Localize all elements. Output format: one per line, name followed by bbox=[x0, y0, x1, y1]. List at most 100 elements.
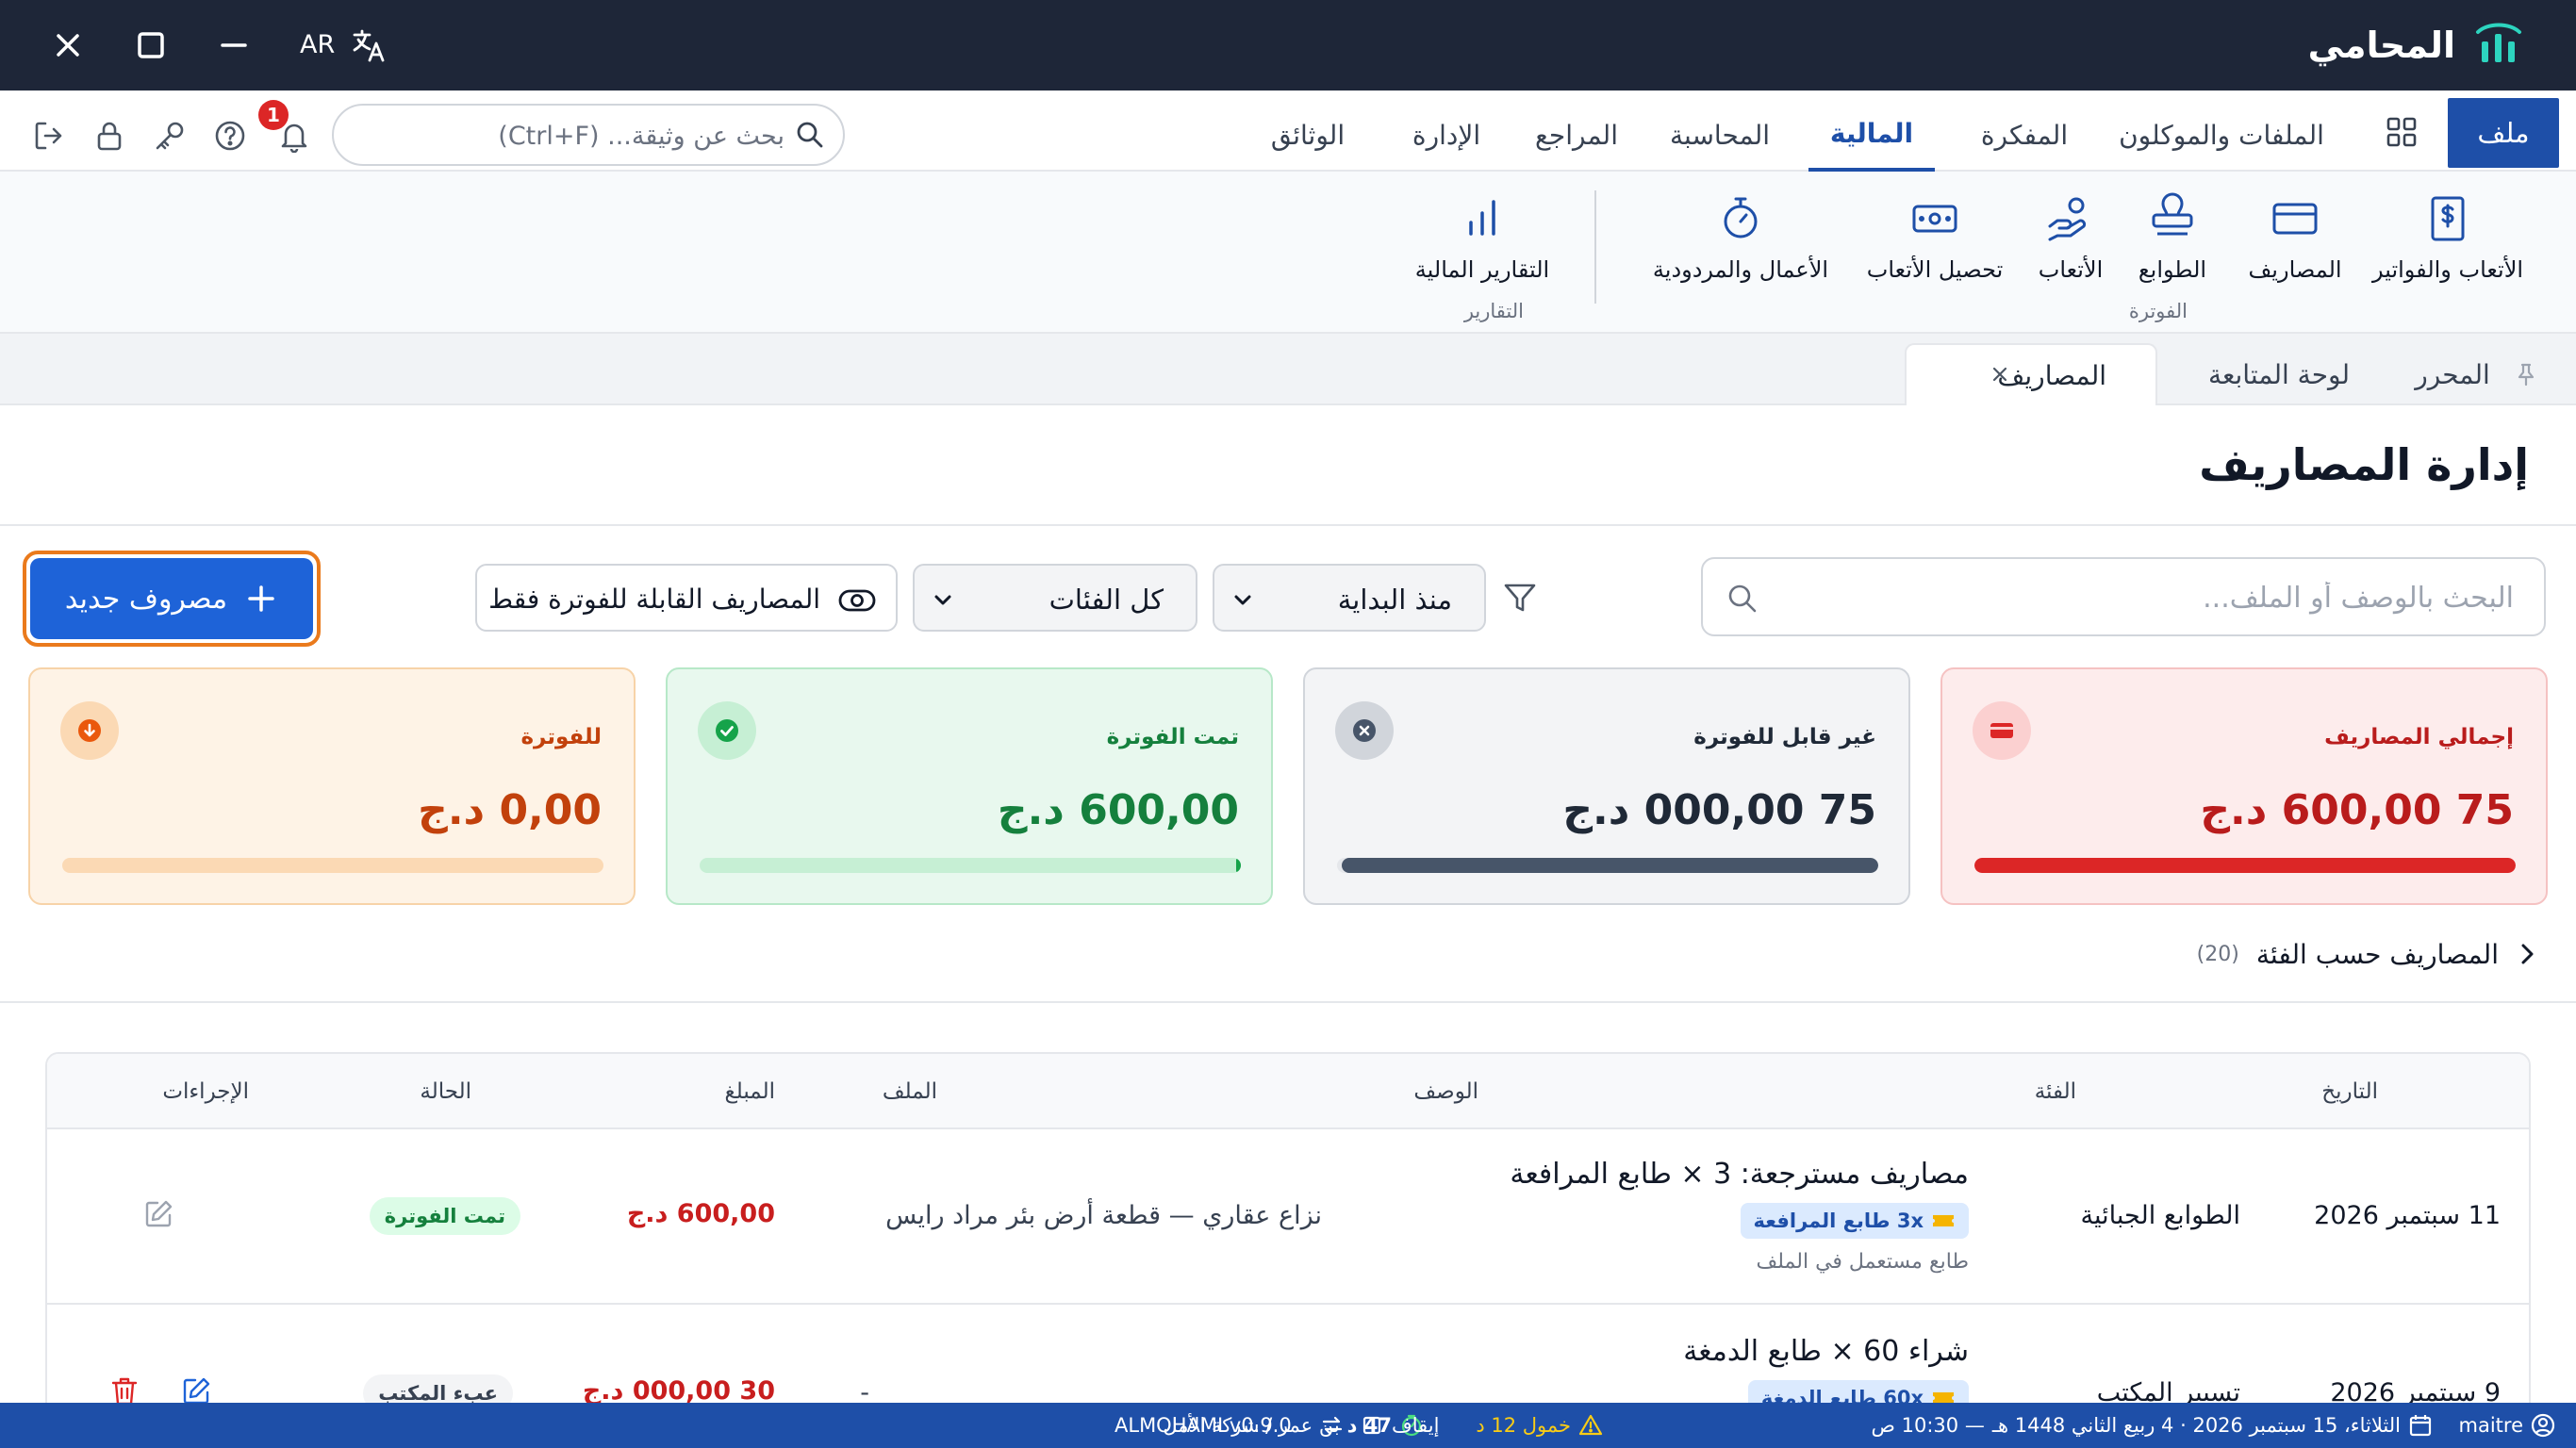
row-date: 11 سبتمبر 2026 bbox=[2314, 1201, 2501, 1230]
x-circle-icon bbox=[1335, 701, 1394, 760]
credit-card-icon bbox=[2269, 192, 2321, 245]
expense-search-field[interactable] bbox=[1701, 557, 2546, 636]
arrow-down-circle-icon bbox=[60, 701, 119, 760]
card-to-bill: للفوترة 0,00 د.ج bbox=[28, 667, 636, 905]
ribbon-label: الأعمال والمردودية bbox=[1652, 256, 1829, 283]
language-label[interactable]: AR bbox=[300, 26, 335, 64]
menu-tab-accounting[interactable]: المحاسبة bbox=[1654, 98, 1786, 172]
expense-search-input[interactable] bbox=[1797, 578, 2514, 617]
pin-icon[interactable] bbox=[2514, 362, 2538, 387]
column-actions: الإجراءات bbox=[162, 1079, 249, 1104]
tab-expenses[interactable]: المصاريف bbox=[1905, 343, 2157, 405]
ribbon-label: تحصيل الأتعاب bbox=[1866, 256, 2004, 283]
credit-card-icon bbox=[1973, 701, 2031, 760]
billable-only-label: المصاريف القابلة للفوترة فقط bbox=[488, 584, 820, 615]
chevron-right-icon bbox=[2512, 939, 2542, 969]
menu-tab-agenda[interactable]: المفكرة bbox=[1963, 98, 2086, 172]
key-icon[interactable] bbox=[153, 119, 187, 153]
category-summary-toggle[interactable]: المصاريف حسب الفئة (20) bbox=[2197, 933, 2542, 975]
tab-editor[interactable]: المحرر bbox=[2401, 343, 2504, 405]
card-title: للفوترة bbox=[520, 725, 602, 749]
user-icon bbox=[2531, 1413, 2555, 1438]
calendar-icon bbox=[2408, 1413, 2433, 1438]
check-circle-icon bbox=[698, 701, 756, 760]
apps-grid-icon[interactable] bbox=[2385, 115, 2419, 149]
billable-only-toggle[interactable]: المصاريف القابلة للفوترة فقط bbox=[475, 564, 898, 632]
finance-ribbon: الأتعاب والفواتير المصاريف الطوابع الأتع… bbox=[0, 172, 2576, 334]
card-billed: تمت الفوترة 600,00 د.ج bbox=[666, 667, 1273, 905]
menu-tab-administration[interactable]: الإدارة bbox=[1392, 98, 1501, 172]
status-pause-button[interactable]: إيقاف bbox=[1360, 1403, 1439, 1448]
category-summary-label: المصاريف حسب الفئة bbox=[2255, 938, 2499, 970]
menu-tab-documents[interactable]: الوثائق bbox=[1247, 98, 1369, 172]
filter-icon[interactable] bbox=[1501, 579, 1539, 617]
chevron-down-icon bbox=[930, 586, 956, 613]
column-category[interactable]: الفئة bbox=[2035, 1073, 2076, 1111]
search-icon bbox=[794, 119, 826, 151]
ribbon-stamps[interactable]: الطوابع bbox=[2125, 192, 2220, 296]
tab-dashboard[interactable]: لوحة المتابعة bbox=[2180, 343, 2378, 405]
table-row[interactable]: 11 سبتمبر 2026 الطوابع الجبائية مصاريف م… bbox=[47, 1129, 2529, 1305]
column-description[interactable]: الوصف bbox=[1413, 1073, 1478, 1111]
ribbon-financial-reports[interactable]: التقارير المالية bbox=[1409, 192, 1556, 296]
page-title: إدارة المصاريف bbox=[2199, 439, 2529, 490]
ribbon-label: التقارير المالية bbox=[1414, 256, 1550, 283]
row-amount: 600,00 د.ج bbox=[626, 1199, 775, 1228]
document-search-field[interactable] bbox=[332, 104, 845, 166]
ticket-icon bbox=[1931, 1210, 1956, 1231]
stop-icon bbox=[1360, 1413, 1384, 1438]
lock-icon[interactable] bbox=[92, 119, 126, 153]
menu-tab-references[interactable]: المراجع bbox=[1522, 98, 1631, 172]
ribbon-fees-invoices[interactable]: الأتعاب والفواتير bbox=[2370, 192, 2525, 296]
row-file[interactable]: نزاع عقاري — قطعة أرض بئر مراد رايس bbox=[885, 1201, 1322, 1230]
category-filter-select[interactable]: كل الفئات bbox=[913, 564, 1197, 632]
title-bar: AR المحامي bbox=[0, 0, 2576, 90]
menu-tab-finance[interactable]: المالية bbox=[1808, 98, 1935, 172]
card-title: إجمالي المصاريف bbox=[2324, 725, 2514, 749]
card-progress-fill bbox=[1236, 858, 1241, 873]
maximize-window-icon[interactable] bbox=[128, 23, 173, 68]
new-expense-button[interactable]: مصروف جديد bbox=[23, 551, 321, 647]
card-amount: 75 000,00 د.ج bbox=[1562, 786, 1876, 834]
status-idle-warning: خمول 12 د bbox=[1476, 1403, 1603, 1448]
divider bbox=[0, 1001, 2576, 1003]
period-filter-select[interactable]: منذ البداية bbox=[1213, 564, 1486, 632]
help-icon[interactable] bbox=[213, 119, 247, 153]
card-amount: 600,00 د.ج bbox=[997, 786, 1239, 834]
column-amount[interactable]: المبلغ bbox=[725, 1073, 776, 1111]
card-total-expenses: إجمالي المصاريف 75 600,00 د.ج bbox=[1940, 667, 2548, 905]
column-file[interactable]: الملف bbox=[883, 1073, 937, 1111]
ribbon-label: الأتعاب والفواتير bbox=[2371, 256, 2524, 283]
menu-file-button[interactable]: ملف bbox=[2448, 98, 2559, 168]
card-title: غير قابل للفوترة bbox=[1693, 725, 1876, 749]
row-description: مصاريف مسترجعة: 3 × طابع المرافعة bbox=[1510, 1158, 1969, 1191]
document-search-input[interactable] bbox=[379, 117, 784, 155]
status-date: الثلاثاء، 15 سبتمبر 2026 · 4 ربيع الثاني… bbox=[1872, 1403, 2433, 1448]
logout-icon[interactable] bbox=[32, 119, 66, 153]
status-version: ALMOHAMI v0.9.0 bbox=[1115, 1414, 1292, 1437]
status-user[interactable]: maitre bbox=[2459, 1403, 2556, 1448]
banknote-icon bbox=[1908, 192, 1961, 245]
translate-icon[interactable] bbox=[351, 26, 388, 64]
edit-icon[interactable] bbox=[141, 1197, 175, 1231]
category-filter-value: كل الفئات bbox=[1049, 584, 1164, 616]
ribbon-expenses[interactable]: المصاريف bbox=[2238, 192, 2352, 296]
minimize-window-icon[interactable] bbox=[211, 23, 256, 68]
column-date[interactable]: التاريخ bbox=[2321, 1073, 2378, 1111]
column-status[interactable]: الحالة bbox=[420, 1073, 471, 1111]
ribbon-label: الطوابع bbox=[2138, 256, 2207, 283]
plus-icon bbox=[244, 582, 278, 616]
card-progress-bar bbox=[1337, 858, 1878, 873]
sync-icon[interactable] bbox=[1320, 1403, 1345, 1448]
stopwatch-icon bbox=[1714, 192, 1767, 245]
close-tab-icon[interactable] bbox=[1990, 364, 2010, 385]
close-window-icon[interactable] bbox=[45, 23, 91, 68]
table-header: التاريخ الفئة الوصف الملف المبلغ الحالة … bbox=[47, 1054, 2529, 1129]
row-amount: 30 000,00 د.ج bbox=[582, 1376, 775, 1406]
menu-tab-files-clients[interactable]: الملفات والموكلون bbox=[2110, 98, 2333, 172]
ribbon-work-profitability[interactable]: الأعمال والمردودية bbox=[1646, 192, 1835, 296]
ribbon-fee-collection[interactable]: تحصيل الأتعاب bbox=[1859, 192, 2010, 296]
status-user-name: maitre bbox=[2458, 1414, 2524, 1437]
ribbon-fees[interactable]: الأتعاب bbox=[2023, 192, 2118, 296]
expenses-table: التاريخ الفئة الوصف الملف المبلغ الحالة … bbox=[45, 1052, 2531, 1448]
